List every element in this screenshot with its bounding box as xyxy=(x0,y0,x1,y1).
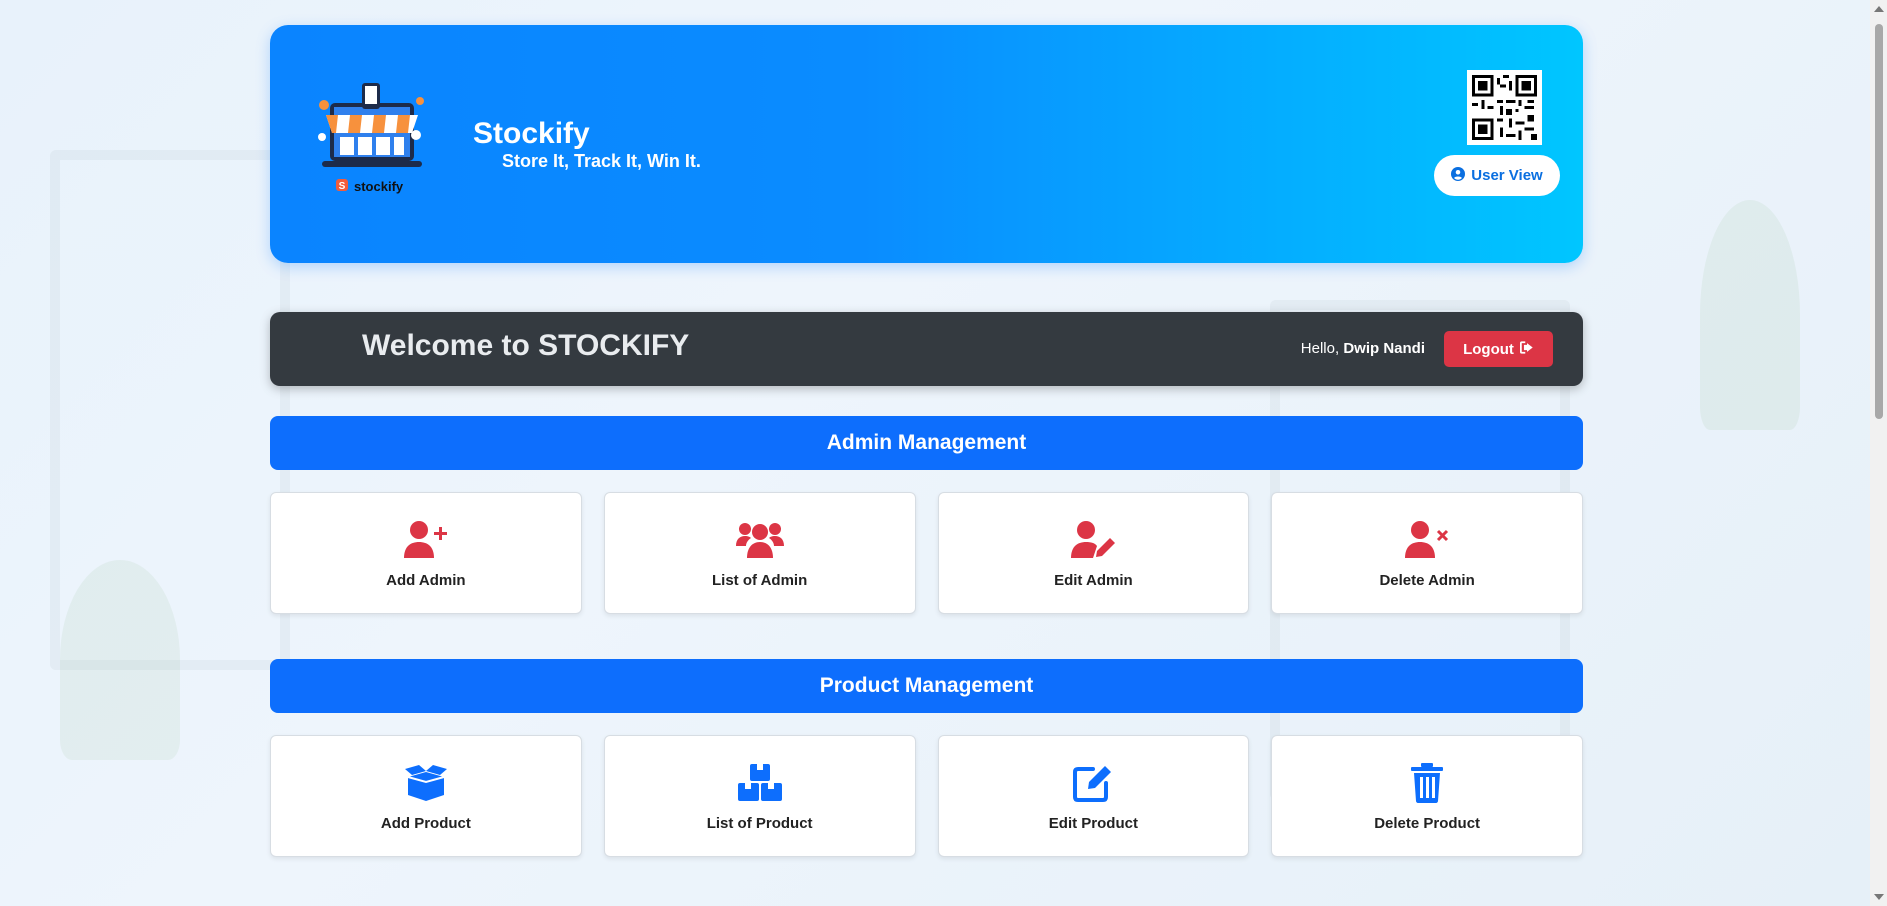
card-label: Delete Admin xyxy=(1379,571,1475,589)
sign-out-icon xyxy=(1519,340,1534,358)
edit-product-card[interactable]: Edit Product xyxy=(937,735,1250,857)
card-label: List of Product xyxy=(706,814,813,832)
stockify-logo: S stockify xyxy=(308,75,436,203)
edit-icon xyxy=(1067,761,1119,805)
card-label: Add Product xyxy=(380,814,471,832)
user-name: Dwip Nandi xyxy=(1343,340,1425,357)
welcome-bar: Welcome to STOCKIFY Hello, Dwip Nandi Lo… xyxy=(270,312,1583,386)
edit-admin-card[interactable]: Edit Admin xyxy=(937,492,1250,614)
box-open-icon xyxy=(400,761,452,805)
user-greeting: Hello, Dwip Nandi xyxy=(1301,340,1425,357)
user-remove-icon xyxy=(1401,518,1453,562)
greeting-prefix: Hello, xyxy=(1300,340,1344,357)
delete-product-card[interactable]: Delete Product xyxy=(1271,735,1583,857)
add-admin-card[interactable]: Add Admin xyxy=(270,492,582,614)
users-icon xyxy=(734,518,786,562)
boxes-icon xyxy=(734,761,786,805)
vertical-scrollbar[interactable] xyxy=(1870,0,1887,906)
trash-icon xyxy=(1401,761,1453,805)
list-product-card[interactable]: List of Product xyxy=(603,735,916,857)
card-label: Edit Admin xyxy=(1054,571,1133,589)
card-label: Delete Product xyxy=(1374,814,1481,832)
card-label: Add Admin xyxy=(386,571,466,589)
scrollbar-thumb[interactable] xyxy=(1875,24,1883,419)
product-cards: Add Product List of Product Edit Product… xyxy=(270,735,1583,857)
scroll-down-icon[interactable] xyxy=(1874,894,1884,900)
scroll-up-icon[interactable] xyxy=(1874,6,1884,12)
brand-title: Stockify xyxy=(473,117,590,150)
welcome-title: Welcome to STOCKIFY xyxy=(362,329,690,362)
add-product-card[interactable]: Add Product xyxy=(270,735,582,857)
card-label: Edit Product xyxy=(1048,814,1138,832)
user-view-label: User View xyxy=(1471,167,1543,184)
logo-text: stockify xyxy=(354,179,404,194)
svg-text:S: S xyxy=(339,181,346,192)
main-container: S stockify Stockify Store It, Track It, … xyxy=(270,25,1583,857)
user-edit-icon xyxy=(1067,518,1119,562)
qr-code xyxy=(1467,70,1542,145)
brand-tagline: Store It, Track It, Win It. xyxy=(502,151,701,171)
card-label: List of Admin xyxy=(711,571,808,589)
hero-banner: S stockify Stockify Store It, Track It, … xyxy=(270,25,1583,263)
product-management-header: Product Management xyxy=(270,659,1583,713)
user-view-button[interactable]: User View xyxy=(1434,155,1560,196)
list-admin-card[interactable]: List of Admin xyxy=(603,492,916,614)
admin-cards: Add Admin List of Admin Edit Admin Delet… xyxy=(270,492,1583,614)
user-circle-icon xyxy=(1451,166,1466,185)
logout-label: Logout xyxy=(1463,340,1514,358)
admin-management-header: Admin Management xyxy=(270,416,1583,470)
delete-admin-card[interactable]: Delete Admin xyxy=(1271,492,1583,614)
logout-button[interactable]: Logout xyxy=(1444,331,1553,367)
user-plus-icon xyxy=(400,518,452,562)
